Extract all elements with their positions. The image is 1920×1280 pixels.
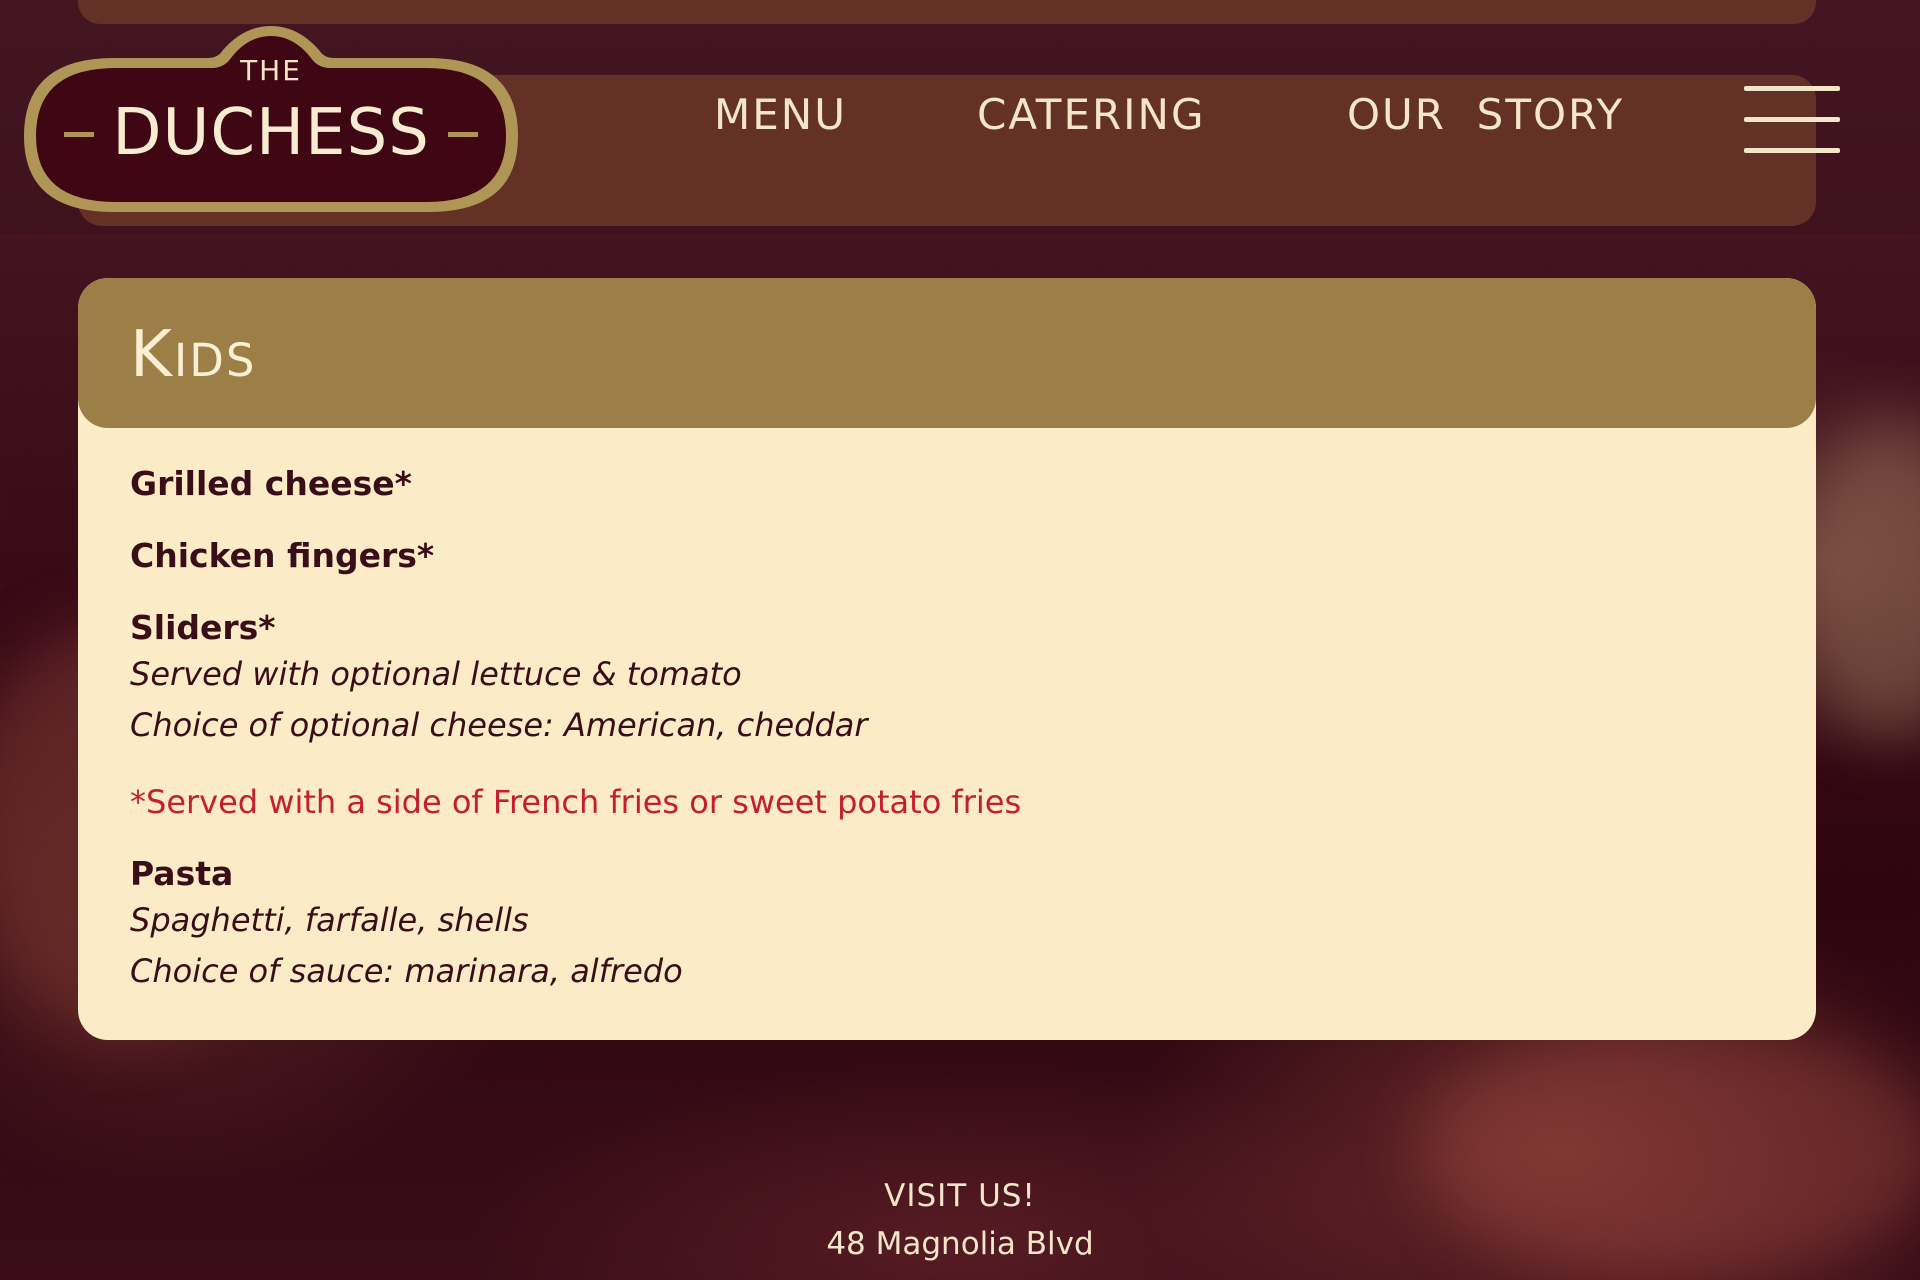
top-banner-strip: [78, 0, 1816, 24]
menu-item-description: Spaghetti, farfalle, shells: [130, 901, 529, 939]
hamburger-line: [1744, 86, 1840, 91]
menu-item: Pasta Spaghetti, farfalle, shells Choice…: [130, 853, 1770, 997]
nav-link-our-story[interactable]: OUR STORY: [1347, 90, 1624, 139]
menu-item-description: Choice of optional cheese: American, che…: [130, 706, 868, 744]
hamburger-menu-icon[interactable]: [1744, 86, 1842, 154]
logo-name-text: DUCHESS: [112, 96, 430, 170]
menu-items: Grilled cheese* Chicken fingers* Sliders…: [130, 463, 1770, 1027]
nav-link-catering[interactable]: CATERING: [977, 90, 1206, 139]
menu-item-name: Chicken fingers*: [130, 536, 435, 575]
brand-logo[interactable]: THE DUCHESS: [18, 24, 524, 216]
menu-item-name: Pasta: [130, 854, 234, 893]
menu-item-description: Served with optional lettuce & tomato: [130, 655, 742, 693]
menu-item-name: Grilled cheese*: [130, 464, 412, 503]
menu-section-card: Kids Grilled cheese* Chicken fingers* Sl…: [78, 278, 1816, 1040]
footer-address[interactable]: 48 Magnolia Blvd: [0, 1220, 1920, 1268]
menu-item: Chicken fingers*: [130, 535, 1770, 577]
section-title: Kids: [130, 318, 257, 392]
hamburger-line: [1744, 117, 1840, 122]
site-footer: VISIT US! 48 Magnolia Blvd: [0, 1172, 1920, 1268]
nav-link-menu[interactable]: MENU: [714, 90, 847, 139]
logo-the-text: THE: [240, 54, 302, 87]
menu-item-name: Sliders*: [130, 608, 276, 647]
hamburger-line: [1744, 148, 1840, 153]
footer-title: VISIT US!: [884, 1178, 1036, 1214]
menu-footnote: *Served with a side of French fries or s…: [130, 783, 1022, 821]
menu-item: Grilled cheese*: [130, 463, 1770, 505]
menu-item: Sliders* Served with optional lettuce & …: [130, 607, 1770, 751]
menu-item-description: Choice of sauce: marinara, alfredo: [130, 952, 683, 990]
section-header: Kids: [78, 278, 1816, 428]
